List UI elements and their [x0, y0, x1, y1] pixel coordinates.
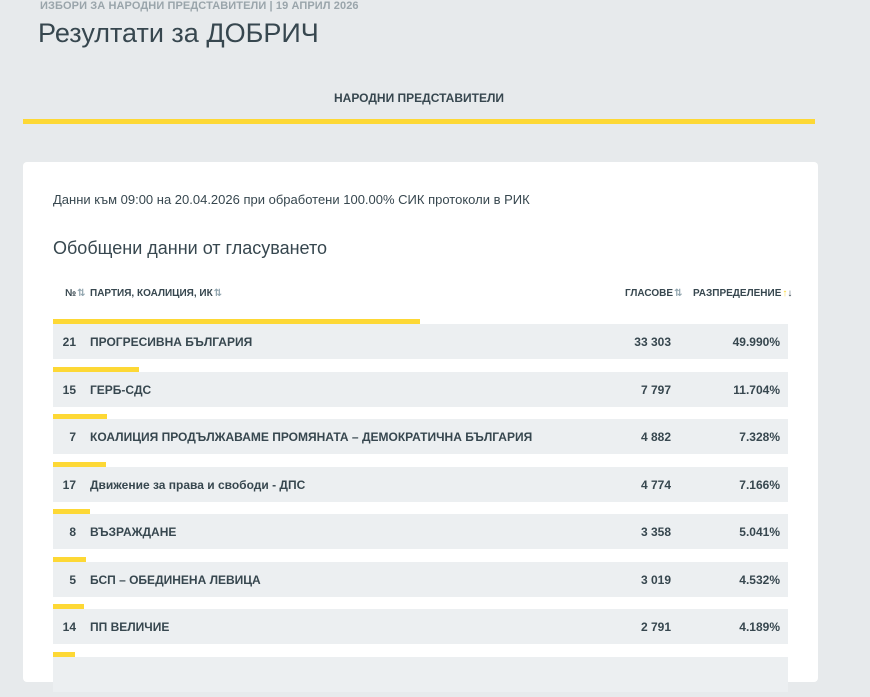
party-number: 14 — [53, 620, 76, 634]
table-row-wrapper: 8 ВЪЗРАЖДАНЕ 3 358 5.041% — [53, 507, 788, 555]
table-row[interactable]: 21 ПРОГРЕСИВНА БЪЛГАРИЯ 33 303 49.990% — [53, 324, 788, 359]
table-row[interactable]: 17 Движение за права и свободи - ДПС 4 774… — [53, 467, 788, 502]
party-name: КОАЛИЦИЯ ПРОДЪЛЖАВАМЕ ПРОМЯНАТА – ДЕМОКР… — [90, 430, 532, 444]
column-header-party[interactable]: ПАРТИЯ, КОАЛИЦИЯ, ИК⇅ — [90, 288, 222, 299]
percent-cell: 4.532% — [739, 573, 780, 587]
table-row-wrapper: 5 БСП – ОБЕДИНЕНА ЛЕВИЦА 3 019 4.532% — [53, 555, 788, 603]
votes-cell: 2 791 — [641, 620, 671, 634]
party-number: 8 — [53, 525, 76, 539]
votes-cell: 4 882 — [641, 430, 671, 444]
data-status-text: Данни към 09:00 на 20.04.2026 при обрабо… — [53, 192, 530, 207]
party-number: 7 — [53, 430, 76, 444]
table-row-wrapper: 17 Движение за права и свободи - ДПС 4 774… — [53, 460, 788, 508]
votes-cell: 3 358 — [641, 525, 671, 539]
column-header-number[interactable]: №⇅ — [65, 288, 86, 299]
party-name: ПРОГРЕСИВНА БЪЛГАРИЯ — [90, 335, 252, 349]
votes-cell: 4 774 — [641, 478, 671, 492]
votes-cell: 3 019 — [641, 573, 671, 587]
percent-cell: 49.990% — [733, 335, 780, 349]
tab-national-representatives[interactable]: НАРОДНИ ПРЕДСТАВИТЕЛИ — [23, 88, 815, 124]
percent-cell: 4.189% — [739, 620, 780, 634]
table-header: №⇅ ПАРТИЯ, КОАЛИЦИЯ, ИК⇅ ГЛАСОВЕ⇅ РАЗПРЕ… — [53, 288, 793, 304]
table-row[interactable]: 8 ВЪЗРАЖДАНЕ 3 358 5.041% — [53, 514, 788, 549]
table-row-wrapper: 14 ПП ВЕЛИЧИЕ 2 791 4.189% — [53, 602, 788, 650]
column-header-votes[interactable]: ГЛАСОВЕ⇅ — [625, 288, 682, 299]
party-number: 15 — [53, 383, 76, 397]
results-table: 21 ПРОГРЕСИВНА БЪЛГАРИЯ 33 303 49.990% 15 ГЕР… — [53, 317, 788, 697]
party-number: 17 — [53, 478, 76, 492]
column-header-distribution[interactable]: РАЗПРЕДЕЛЕНИЕ↑↓ — [693, 288, 792, 299]
table-row[interactable] — [53, 657, 788, 692]
sort-desc-icon: ↑↓ — [782, 288, 792, 299]
party-name: ГЕРБ-СДС — [90, 383, 151, 397]
party-name: БСП – ОБЕДИНЕНА ЛЕВИЦА — [90, 573, 261, 587]
table-row[interactable]: 14 ПП ВЕЛИЧИЕ 2 791 4.189% — [53, 609, 788, 644]
sort-icon: ⇅ — [674, 288, 682, 299]
table-row[interactable]: 15 ГЕРБ-СДС 7 797 11.704% — [53, 372, 788, 407]
sort-icon: ⇅ — [214, 288, 222, 299]
party-number: 21 — [53, 335, 76, 349]
votes-cell: 7 797 — [641, 383, 671, 397]
party-name: ВЪЗРАЖДАНЕ — [90, 525, 176, 539]
table-row-wrapper: 7 КОАЛИЦИЯ ПРОДЪЛЖАВАМЕ ПРОМЯНАТА – ДЕМОК… — [53, 412, 788, 460]
percent-cell: 5.041% — [739, 525, 780, 539]
page-title: Резултати за ДОБРИЧ — [38, 18, 319, 49]
table-row-wrapper: 21 ПРОГРЕСИВНА БЪЛГАРИЯ 33 303 49.990% — [53, 317, 788, 365]
party-name: ПП ВЕЛИЧИЕ — [90, 620, 169, 634]
table-row-wrapper: 15 ГЕРБ-СДС 7 797 11.704% — [53, 365, 788, 413]
sort-icon: ⇅ — [77, 288, 85, 299]
page-subtitle: ИЗБОРИ ЗА НАРОДНИ ПРЕДСТАВИТЕЛИ | 19 АПР… — [40, 0, 359, 12]
votes-cell: 33 303 — [634, 335, 671, 349]
section-title: Обобщени данни от гласуването — [53, 238, 327, 259]
percent-cell: 7.328% — [739, 430, 780, 444]
percent-cell: 7.166% — [739, 478, 780, 492]
party-number: 5 — [53, 573, 76, 587]
table-row[interactable]: 7 КОАЛИЦИЯ ПРОДЪЛЖАВАМЕ ПРОМЯНАТА – ДЕМОК… — [53, 419, 788, 454]
table-row-wrapper — [53, 650, 788, 697]
party-name: Движение за права и свободи - ДПС — [90, 478, 305, 492]
results-card: Данни към 09:00 на 20.04.2026 при обрабо… — [23, 162, 818, 682]
percent-cell: 11.704% — [733, 383, 780, 397]
table-row[interactable]: 5 БСП – ОБЕДИНЕНА ЛЕВИЦА 3 019 4.532% — [53, 562, 788, 597]
